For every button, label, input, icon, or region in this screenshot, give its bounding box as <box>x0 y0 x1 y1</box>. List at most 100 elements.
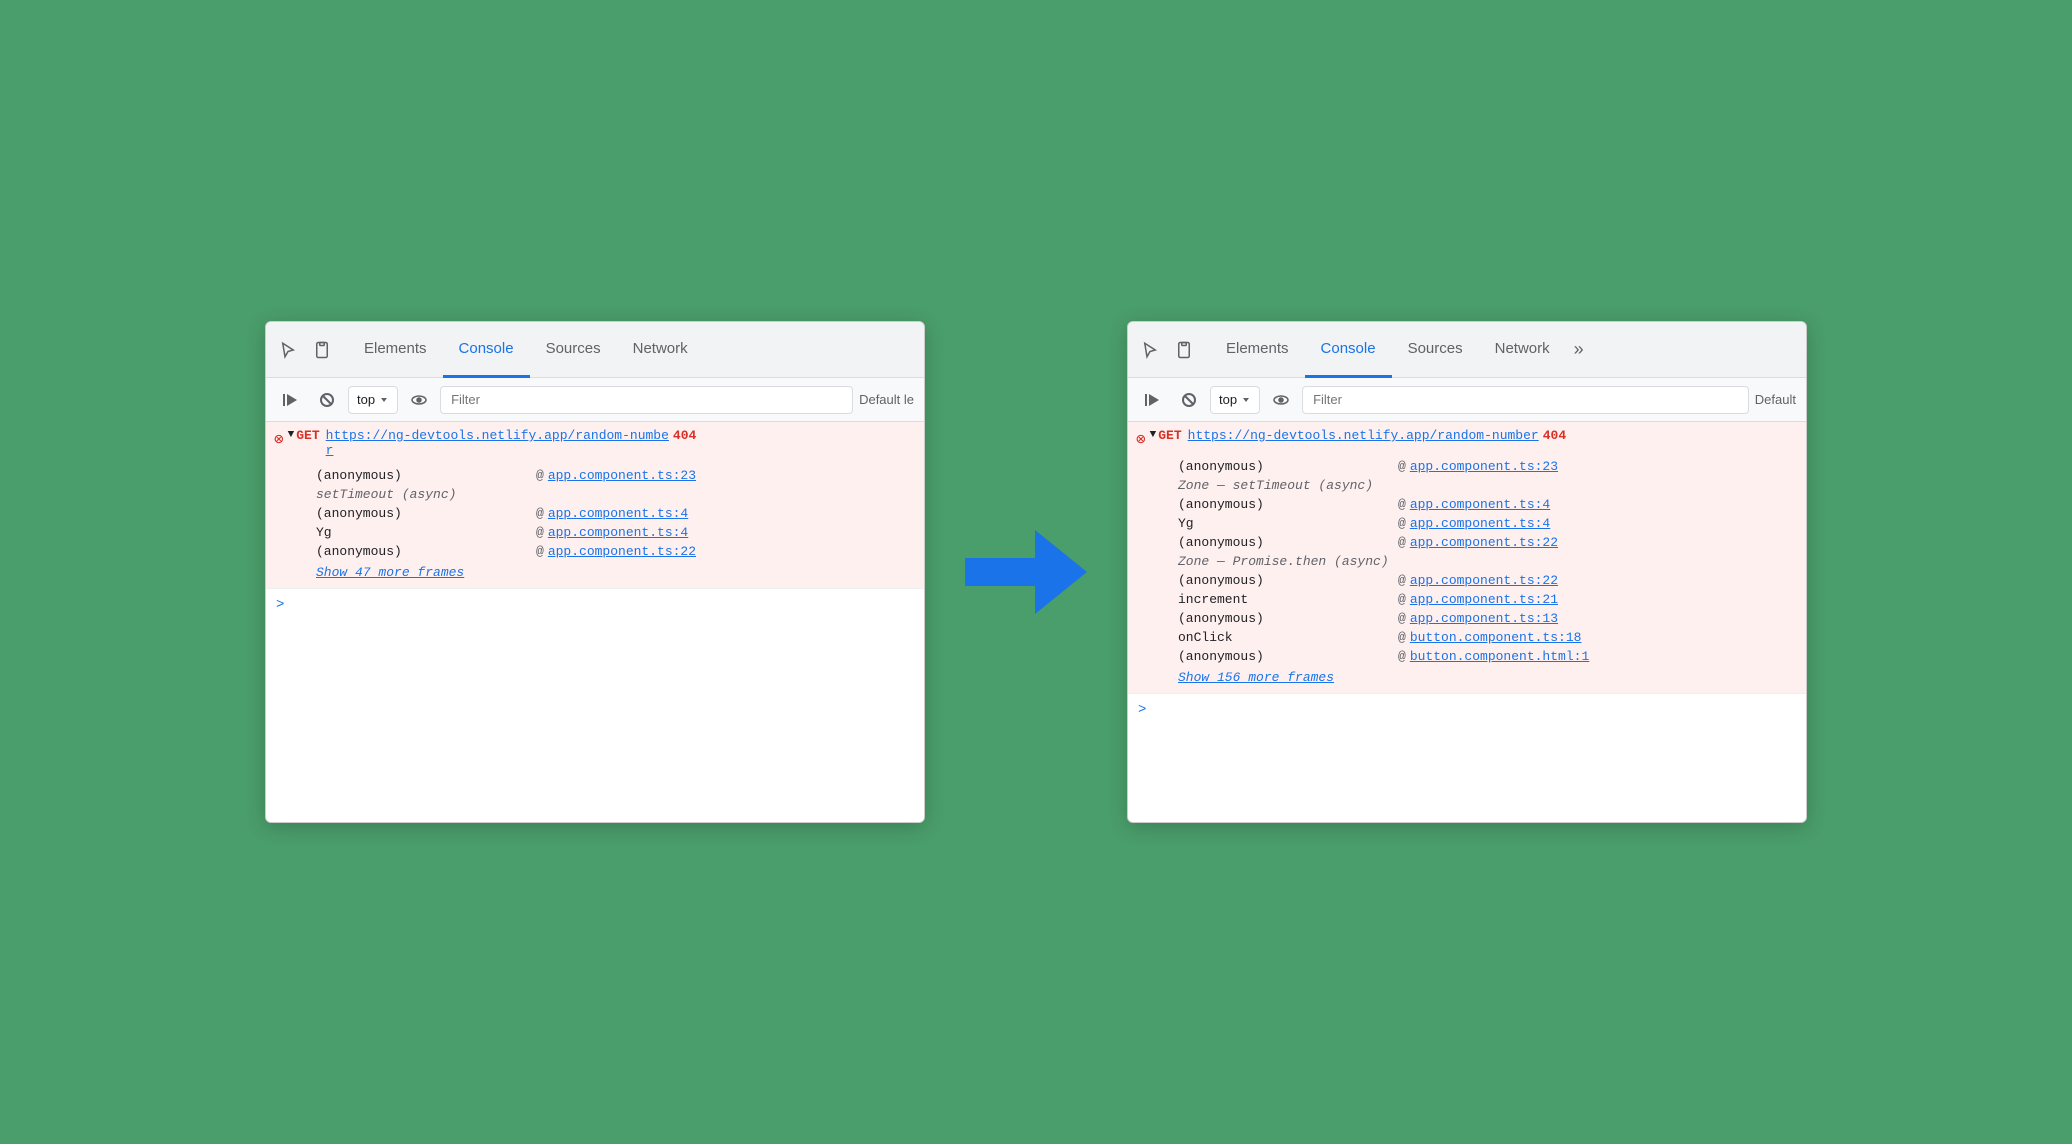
dropdown-icon <box>379 395 389 405</box>
right-stack-label-3: (anonymous) <box>1178 535 1398 550</box>
right-tab-elements[interactable]: Elements <box>1210 322 1305 378</box>
left-show-more-link[interactable]: Show 47 more frames <box>266 561 924 586</box>
main-container: Elements Console Sources Network <box>265 321 1807 823</box>
right-tab-bar: Elements Console Sources Network » <box>1128 322 1806 378</box>
left-console-toolbar: top Default le <box>266 378 924 422</box>
right-devtools-panel: Elements Console Sources Network » <box>1127 321 1807 823</box>
right-file-3[interactable]: app.component.ts:22 <box>1410 535 1558 550</box>
left-console-content: ⊗ ▼ GET https://ng-devtools.netlify.app/… <box>266 422 924 822</box>
left-at-2: @ <box>536 525 544 540</box>
left-async-0: setTimeout (async) <box>266 485 924 504</box>
left-at-1: @ <box>536 506 544 521</box>
right-at-7: @ <box>1398 630 1406 645</box>
right-cursor-icon[interactable] <box>1136 336 1164 364</box>
right-console-prompt[interactable]: > <box>1128 694 1806 726</box>
right-at-2: @ <box>1398 516 1406 531</box>
left-file-1[interactable]: app.component.ts:4 <box>548 506 688 521</box>
right-async-0: Zone — setTimeout (async) <box>1128 476 1806 495</box>
right-at-4: @ <box>1398 573 1406 588</box>
left-stack-row-3: (anonymous) @ app.component.ts:22 <box>266 542 924 561</box>
right-stack-row-2: Yg @ app.component.ts:4 <box>1128 514 1806 533</box>
left-get-label: GET <box>296 428 319 443</box>
right-file-2[interactable]: app.component.ts:4 <box>1410 516 1550 531</box>
right-at-3: @ <box>1398 535 1406 550</box>
right-error-row: ⊗ ▼ GET https://ng-devtools.netlify.app/… <box>1128 422 1806 455</box>
context-selector[interactable]: top <box>348 386 398 414</box>
cursor-icon[interactable] <box>274 336 302 364</box>
left-at-3: @ <box>536 544 544 559</box>
right-file-8[interactable]: button.component.html:1 <box>1410 649 1589 664</box>
right-stack-label-8: (anonymous) <box>1178 649 1398 664</box>
eye-button[interactable] <box>404 385 434 415</box>
right-eye-button[interactable] <box>1266 385 1296 415</box>
right-stack-label-4: (anonymous) <box>1178 573 1398 588</box>
right-file-1[interactable]: app.component.ts:4 <box>1410 497 1550 512</box>
right-file-4[interactable]: app.component.ts:22 <box>1410 573 1558 588</box>
left-file-3[interactable]: app.component.ts:22 <box>548 544 696 559</box>
left-stack-label-0: (anonymous) <box>316 468 536 483</box>
right-stack-row-7: onClick @ button.component.ts:18 <box>1128 628 1806 647</box>
filter-input[interactable] <box>440 386 853 414</box>
right-stack-row-3: (anonymous) @ app.component.ts:22 <box>1128 533 1806 552</box>
right-default-level-label: Default <box>1755 392 1796 407</box>
left-tab-network[interactable]: Network <box>617 322 704 378</box>
right-stack-label-2: Yg <box>1178 516 1398 531</box>
error-circle-icon: ⊗ <box>274 429 284 449</box>
left-tab-sources[interactable]: Sources <box>530 322 617 378</box>
right-stack-row-8: (anonymous) @ button.component.html:1 <box>1128 647 1806 666</box>
left-prompt-chevron: > <box>276 597 284 613</box>
right-tab-sources[interactable]: Sources <box>1392 322 1479 378</box>
blue-arrow <box>965 530 1087 614</box>
right-async-1: Zone — Promise.then (async) <box>1128 552 1806 571</box>
right-clear-button[interactable] <box>1174 385 1204 415</box>
right-tab-network[interactable]: Network <box>1479 322 1566 378</box>
right-at-8: @ <box>1398 649 1406 664</box>
right-expand-toggle[interactable]: ▼ <box>1150 429 1157 441</box>
left-file-2[interactable]: app.component.ts:4 <box>548 525 688 540</box>
right-console-content: ⊗ ▼ GET https://ng-devtools.netlify.app/… <box>1128 422 1806 822</box>
left-stack-row-2: Yg @ app.component.ts:4 <box>266 523 924 542</box>
left-stack-row-1: (anonymous) @ app.component.ts:4 <box>266 504 924 523</box>
right-stack-label-0: (anonymous) <box>1178 459 1398 474</box>
arrow-container <box>965 530 1087 614</box>
right-context-selector[interactable]: top <box>1210 386 1260 414</box>
right-error-circle-icon: ⊗ <box>1136 429 1146 449</box>
right-tab-more[interactable]: » <box>1566 322 1592 378</box>
left-stack-row-0: (anonymous) @ app.component.ts:23 <box>266 466 924 485</box>
right-stack-row-5: increment @ app.component.ts:21 <box>1128 590 1806 609</box>
right-stack-rows: (anonymous) @ app.component.ts:23 Zone —… <box>1128 455 1806 693</box>
right-file-6[interactable]: app.component.ts:13 <box>1410 611 1558 626</box>
arrow-head <box>1035 530 1087 614</box>
left-stack-label-1: (anonymous) <box>316 506 536 521</box>
right-file-5[interactable]: app.component.ts:21 <box>1410 592 1558 607</box>
right-url-link[interactable]: https://ng-devtools.netlify.app/random-n… <box>1188 428 1539 443</box>
right-filter-input[interactable] <box>1302 386 1749 414</box>
right-at-6: @ <box>1398 611 1406 626</box>
left-tab-elements[interactable]: Elements <box>348 322 443 378</box>
right-device-icon[interactable] <box>1170 336 1198 364</box>
left-404-status: 404 <box>673 428 696 443</box>
left-error-entry: ⊗ ▼ GET https://ng-devtools.netlify.app/… <box>266 422 924 589</box>
left-tab-console[interactable]: Console <box>443 322 530 378</box>
left-console-prompt[interactable]: > <box>266 589 924 621</box>
right-dropdown-icon <box>1241 395 1251 405</box>
clear-button[interactable] <box>312 385 342 415</box>
right-error-entry: ⊗ ▼ GET https://ng-devtools.netlify.app/… <box>1128 422 1806 694</box>
left-stack-label-2: Yg <box>316 525 536 540</box>
right-stack-label-1: (anonymous) <box>1178 497 1398 512</box>
right-stack-row-4: (anonymous) @ app.component.ts:22 <box>1128 571 1806 590</box>
arrow-body <box>965 558 1035 586</box>
right-execute-button[interactable] <box>1138 385 1168 415</box>
left-file-0[interactable]: app.component.ts:23 <box>548 468 696 483</box>
left-url-link[interactable]: https://ng-devtools.netlify.app/random-n… <box>326 428 669 458</box>
right-file-0[interactable]: app.component.ts:23 <box>1410 459 1558 474</box>
left-tab-icons <box>274 336 336 364</box>
right-stack-label-6: (anonymous) <box>1178 611 1398 626</box>
right-file-7[interactable]: button.component.ts:18 <box>1410 630 1582 645</box>
execute-button[interactable] <box>276 385 306 415</box>
device-icon[interactable] <box>308 336 336 364</box>
right-tab-console[interactable]: Console <box>1305 322 1392 378</box>
left-expand-toggle[interactable]: ▼ <box>288 429 295 441</box>
right-stack-row-6: (anonymous) @ app.component.ts:13 <box>1128 609 1806 628</box>
right-show-more-link[interactable]: Show 156 more frames <box>1128 666 1806 691</box>
